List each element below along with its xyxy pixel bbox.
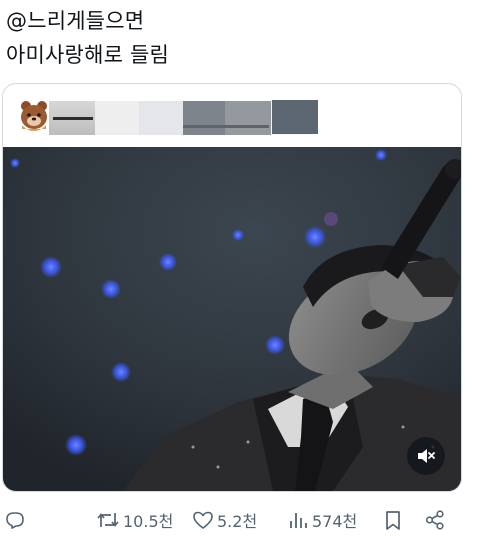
like-count: 5.2천	[217, 512, 258, 531]
views-count: 574천	[312, 512, 358, 531]
tweet-text-line: @느리게들으면	[6, 9, 145, 33]
avatar[interactable]	[17, 98, 51, 132]
tweet-action-bar: 10.5천 5.2천 574천	[0, 500, 480, 540]
views-button[interactable]: 574천	[287, 506, 357, 534]
heart-icon	[193, 511, 213, 529]
retweet-button[interactable]: 10.5천	[96, 506, 173, 534]
like-button[interactable]: 5.2천	[192, 506, 257, 534]
tweet-text-line: 아미사랑해로 들림	[6, 43, 170, 67]
mute-toggle-button[interactable]	[407, 437, 445, 475]
share-button[interactable]	[424, 506, 446, 534]
bookmark-icon	[386, 511, 400, 530]
speaker-muted-icon	[418, 449, 435, 463]
reply-button[interactable]	[4, 506, 29, 534]
redacted-block	[272, 100, 318, 134]
reply-icon	[6, 512, 24, 529]
share-icon	[425, 510, 444, 530]
video-player[interactable]	[3, 147, 461, 491]
video-frame	[3, 147, 461, 491]
bookmark-button[interactable]	[382, 506, 404, 534]
quoted-tweet-card[interactable]	[2, 83, 462, 492]
tweet-text: @느리게들으면 아미사랑해로 들림	[6, 4, 169, 72]
retweet-count: 10.5천	[123, 512, 174, 531]
quoted-tweet-header[interactable]	[3, 84, 461, 146]
retweet-icon	[97, 513, 119, 527]
views-chart-icon	[290, 513, 307, 528]
